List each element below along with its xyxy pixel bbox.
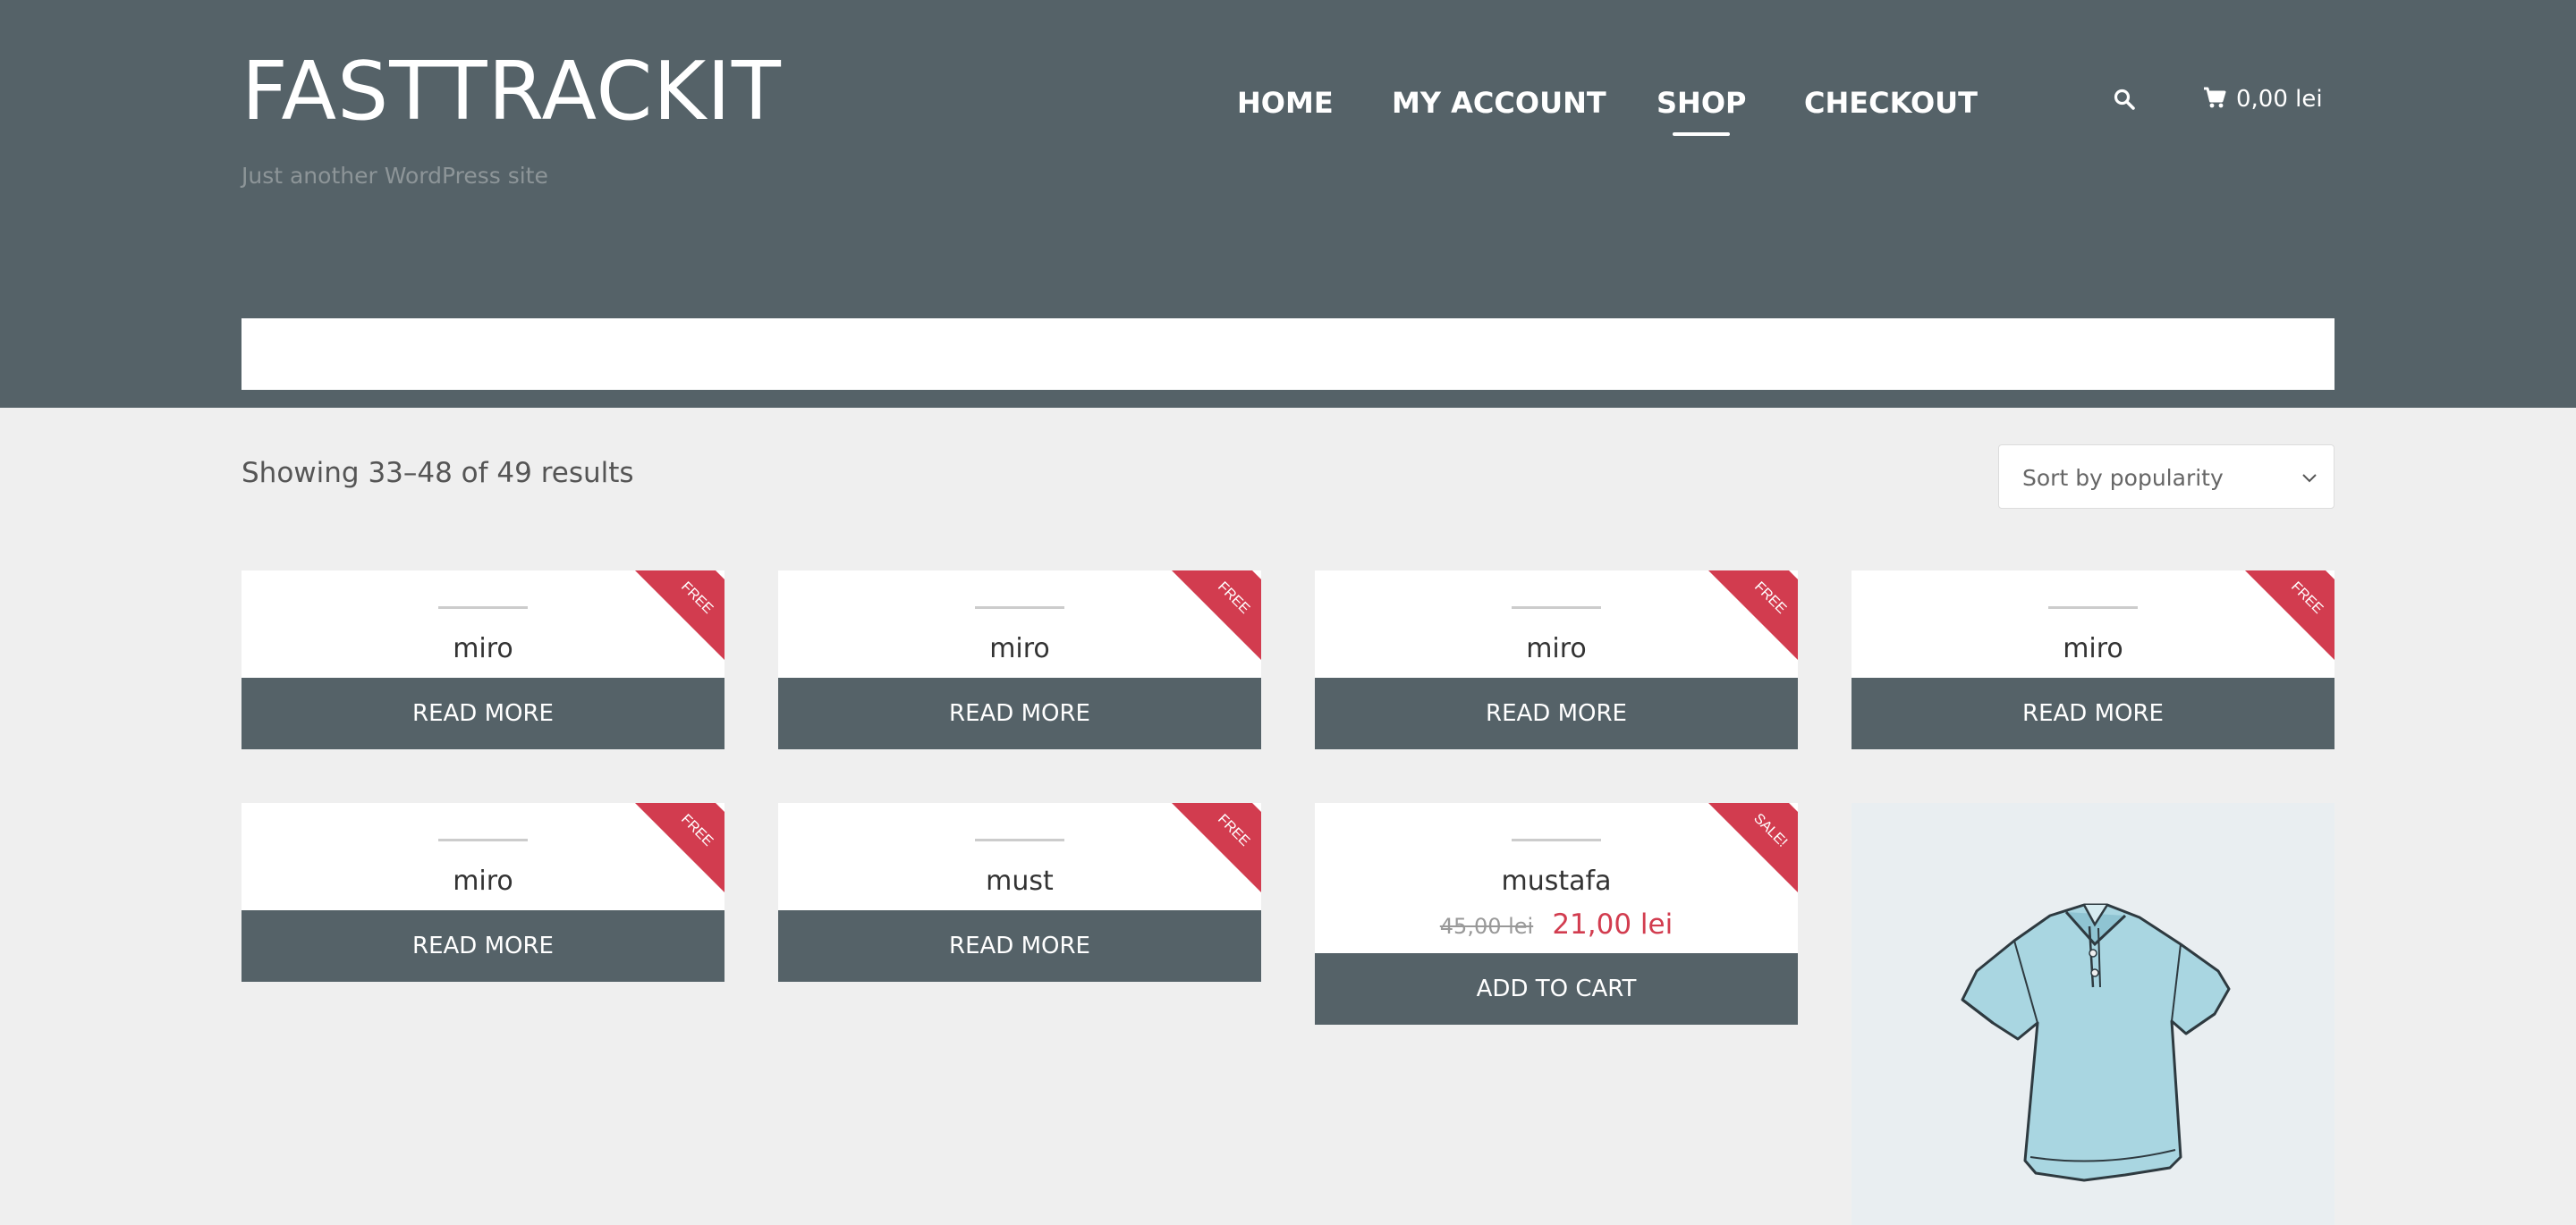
read-more-button[interactable]: READ MORE [242, 910, 724, 982]
free-badge: FREE [2245, 570, 2334, 660]
header-cart[interactable]: 0,00 lei [2202, 84, 2323, 114]
sort-selected-value: Sort by popularity [2022, 465, 2224, 491]
nav-item-home[interactable]: HOME [1237, 86, 1334, 120]
chevron-down-icon [2301, 470, 2318, 483]
image-placeholder [1512, 839, 1601, 841]
header-banner-strip [242, 318, 2334, 390]
add-to-cart-button[interactable]: ADD TO CART [1315, 953, 1798, 1025]
free-badge: FREE [1172, 570, 1261, 660]
image-placeholder [2048, 606, 2138, 609]
image-placeholder [438, 606, 528, 609]
tshirt-product-image[interactable] [1950, 889, 2236, 1193]
old-price: 45,00 lei [1439, 914, 1534, 939]
product-card[interactable]: miro FREE READ MORE [1315, 570, 1798, 749]
cart-icon [2202, 85, 2227, 114]
read-more-button[interactable]: READ MORE [778, 678, 1261, 749]
image-placeholder [975, 839, 1064, 841]
read-more-button[interactable]: READ MORE [778, 910, 1261, 982]
free-badge: FREE [1708, 570, 1798, 660]
product-card[interactable]: miro FREE READ MORE [242, 803, 724, 982]
nav-item-checkout[interactable]: CHECKOUT [1804, 86, 1978, 120]
product-card[interactable]: must FREE READ MORE [778, 803, 1261, 982]
sale-price: 21,00 lei [1552, 908, 1674, 941]
image-placeholder [1512, 606, 1601, 609]
active-nav-indicator [1673, 132, 1730, 136]
free-badge: FREE [1172, 803, 1261, 892]
product-card[interactable]: mustafa SALE! 45,00 lei 21,00 lei ADD TO… [1315, 803, 1798, 1025]
product-card[interactable]: miro FREE READ MORE [1852, 570, 2334, 749]
image-placeholder [438, 839, 528, 841]
product-price: 45,00 lei 21,00 lei [1315, 908, 1798, 941]
free-badge: FREE [635, 803, 724, 892]
site-tagline: Just another WordPress site [242, 163, 548, 189]
read-more-button[interactable]: READ MORE [242, 678, 724, 749]
product-image-card[interactable] [1852, 803, 2334, 1225]
nav-item-my-account[interactable]: MY ACCOUNT [1392, 86, 1606, 120]
product-card[interactable]: miro FREE READ MORE [242, 570, 724, 749]
image-placeholder [975, 606, 1064, 609]
main-nav: HOME MY ACCOUNT SHOP CHECKOUT [0, 86, 2576, 122]
product-card[interactable]: miro FREE READ MORE [778, 570, 1261, 749]
result-count: Showing 33–48 of 49 results [242, 457, 634, 489]
read-more-button[interactable]: READ MORE [1852, 678, 2334, 749]
sort-dropdown[interactable]: Sort by popularity [1998, 444, 2334, 509]
cart-total: 0,00 lei [2236, 86, 2323, 113]
read-more-button[interactable]: READ MORE [1315, 678, 1798, 749]
search-icon[interactable] [2113, 88, 2136, 111]
nav-item-shop[interactable]: SHOP [1657, 86, 1746, 120]
sale-badge: SALE! [1708, 803, 1798, 892]
site-header: FASTTRACKIT Just another WordPress site … [0, 0, 2576, 408]
free-badge: FREE [635, 570, 724, 660]
